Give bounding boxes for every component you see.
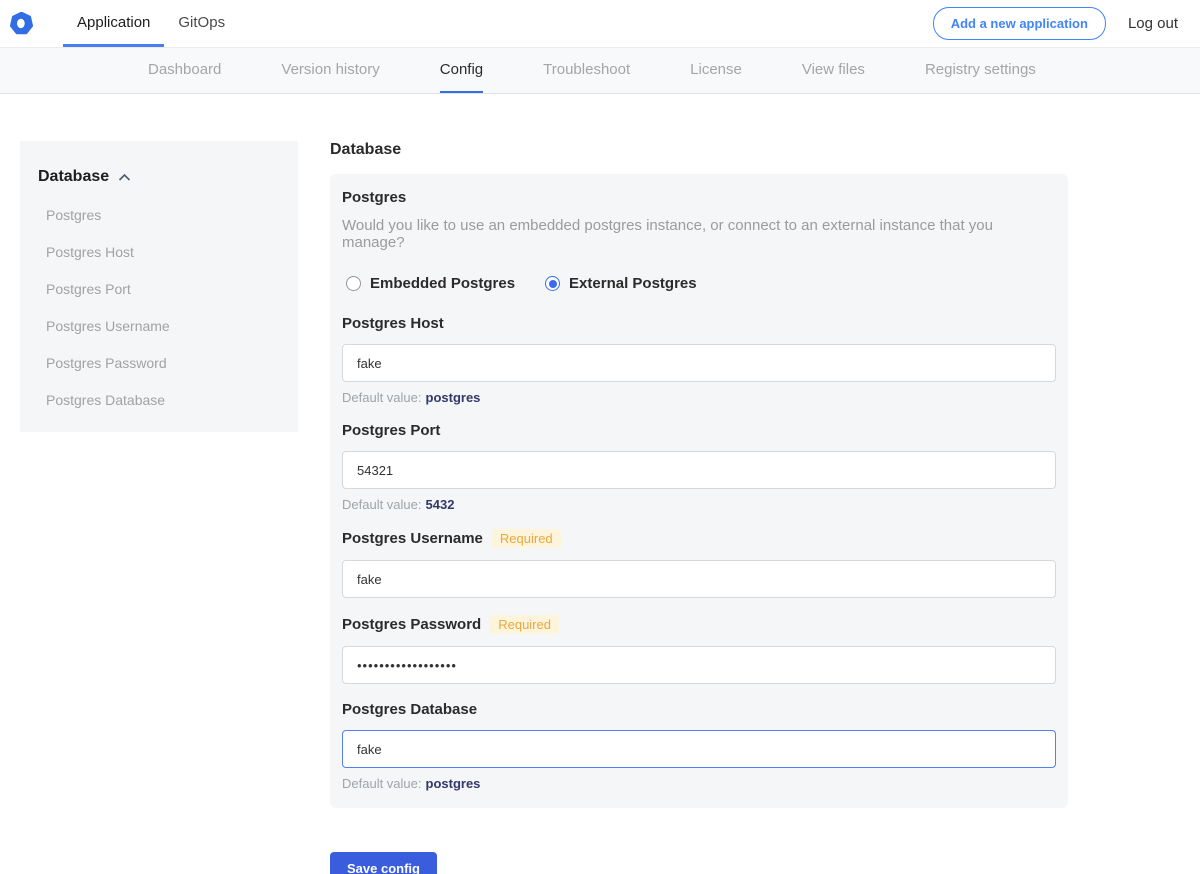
sidebar-item-postgres[interactable]: Postgres (38, 207, 280, 223)
radio-external-postgres[interactable]: External Postgres (545, 275, 697, 292)
radio-checked-icon[interactable] (545, 276, 560, 291)
subnav-tab-registry-settings[interactable]: Registry settings (925, 48, 1036, 93)
default-value-text: postgres (426, 776, 481, 791)
subnav-tab-view-files[interactable]: View files (802, 48, 865, 93)
default-value-helper: Default value: postgres (342, 390, 1056, 405)
default-value-text: 5432 (426, 497, 455, 512)
radio-unchecked-icon[interactable] (346, 276, 361, 291)
radio-external-label: External Postgres (569, 275, 697, 292)
field-label: Postgres Database (342, 701, 477, 718)
sidebar-item-postgres-username[interactable]: Postgres Username (38, 318, 280, 334)
sidebar-group-database[interactable]: Database (38, 168, 280, 186)
postgres-password-input[interactable] (342, 646, 1056, 684)
brand-logo (10, 0, 33, 47)
postgres-radio-group: Embedded Postgres External Postgres (346, 275, 1056, 292)
tab-gitops[interactable]: GitOps (164, 0, 239, 47)
subnav-tab-version-history[interactable]: Version history (281, 48, 379, 93)
sidebar-item-list: Postgres Postgres Host Postgres Port Pos… (38, 207, 280, 408)
field-label: Postgres Username (342, 530, 483, 547)
app-header: Application GitOps Add a new application… (0, 0, 1200, 48)
field-postgres-port: Postgres Port Default value: 5432 (342, 422, 1056, 512)
default-value-prefix: Default value: (342, 390, 422, 405)
sidebar-item-postgres-database[interactable]: Postgres Database (38, 392, 280, 408)
tab-application[interactable]: Application (63, 0, 164, 47)
postgres-username-input[interactable] (342, 560, 1056, 598)
header-tabs: Application GitOps (63, 0, 239, 47)
subnav-tab-config[interactable]: Config (440, 48, 483, 93)
tab-gitops-label: GitOps (178, 14, 225, 31)
field-label: Postgres Port (342, 422, 440, 439)
config-group-card: Postgres Would you like to use an embedd… (330, 174, 1068, 808)
field-label: Postgres Password (342, 616, 481, 633)
logout-link[interactable]: Log out (1128, 15, 1178, 32)
sidebar-item-postgres-password[interactable]: Postgres Password (38, 355, 280, 371)
field-postgres-username: Postgres Username Required (342, 529, 1056, 598)
subnav-tab-troubleshoot[interactable]: Troubleshoot (543, 48, 630, 93)
sidebar-group-label: Database (38, 168, 109, 186)
config-page: Database Postgres Postgres Host Postgres… (0, 141, 1200, 874)
kots-logo-icon (10, 12, 33, 35)
default-value-helper: Default value: 5432 (342, 497, 1056, 512)
postgres-database-input[interactable] (342, 730, 1056, 768)
subnav-tab-license[interactable]: License (690, 48, 742, 93)
save-config-button[interactable]: Save config (330, 852, 437, 874)
sidebar-item-postgres-port[interactable]: Postgres Port (38, 281, 280, 297)
default-value-prefix: Default value: (342, 497, 422, 512)
config-main: Database Postgres Would you like to use … (330, 141, 1068, 874)
required-badge: Required (490, 615, 559, 634)
config-sidebar: Database Postgres Postgres Host Postgres… (20, 141, 298, 432)
add-application-button[interactable]: Add a new application (933, 7, 1106, 40)
postgres-port-input[interactable] (342, 451, 1056, 489)
app-subnav: Dashboard Version history Config Trouble… (0, 48, 1200, 94)
default-value-helper: Default value: postgres (342, 776, 1056, 791)
header-right: Add a new application Log out (933, 0, 1200, 47)
tab-application-label: Application (77, 14, 150, 31)
radio-embedded-postgres[interactable]: Embedded Postgres (346, 275, 515, 292)
chevron-up-icon (118, 173, 131, 182)
required-badge: Required (492, 529, 561, 548)
default-value-prefix: Default value: (342, 776, 422, 791)
group-name: Postgres (342, 189, 1056, 206)
field-postgres-database: Postgres Database Default value: postgres (342, 701, 1056, 791)
section-title: Database (330, 141, 1068, 159)
radio-embedded-label: Embedded Postgres (370, 275, 515, 292)
default-value-text: postgres (426, 390, 481, 405)
field-label: Postgres Host (342, 315, 444, 332)
sidebar-item-postgres-host[interactable]: Postgres Host (38, 244, 280, 260)
group-description: Would you like to use an embedded postgr… (342, 217, 1056, 251)
field-postgres-host: Postgres Host Default value: postgres (342, 315, 1056, 405)
field-postgres-password: Postgres Password Required (342, 615, 1056, 684)
postgres-host-input[interactable] (342, 344, 1056, 382)
subnav-tab-dashboard[interactable]: Dashboard (148, 48, 221, 93)
